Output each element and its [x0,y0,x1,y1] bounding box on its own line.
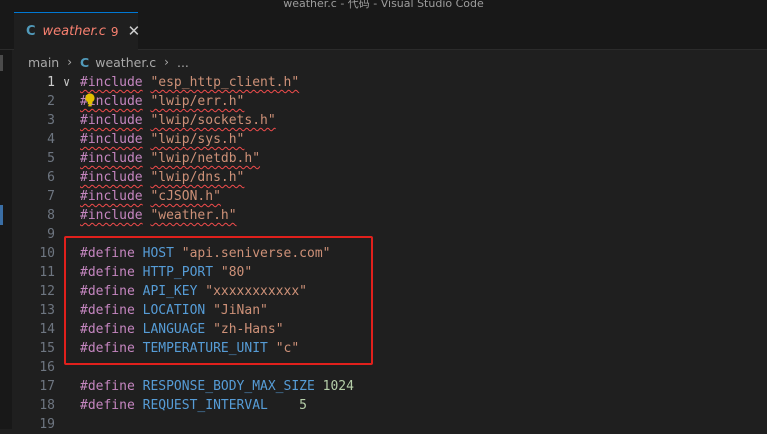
code-text: #include "esp_http_client.h" [80,73,299,92]
code-line[interactable]: 4 #include "lwip/sys.h" [12,130,767,149]
strip-marker [0,55,3,71]
string-literal: "lwip/netdb.h" [150,151,261,166]
breadcrumb-folder[interactable]: main [28,55,59,70]
breadcrumb: main › C weather.c › ... [28,52,189,72]
preprocessor-keyword: #include [80,151,143,166]
code-text: #include "lwip/dns.h" [80,168,244,187]
macro-name: REQUEST_INTERVAL [142,398,268,413]
code-line[interactable]: 19 [12,415,767,434]
tab-filename: weather.c [42,24,106,39]
code-text: #include "cJSON.h" [80,187,221,206]
string-literal: "lwip/sockets.h" [150,113,276,128]
line-number: 7 [47,189,55,204]
code-text: #define REQUEST_INTERVAL 5 [80,396,307,415]
code-line[interactable]: 7 #include "cJSON.h" [12,187,767,206]
line-number: 12 [39,284,55,299]
code-text: #include "lwip/err.h" [80,92,244,111]
string-literal: "weather.h" [150,208,237,223]
string-literal: "lwip/sys.h" [150,132,245,147]
code-line[interactable]: 1 ∨ #include "esp_http_client.h" [12,73,767,92]
code-line[interactable]: 5 #include "lwip/netdb.h" [12,149,767,168]
strip-marker-active [0,205,3,225]
line-number: 19 [39,417,55,432]
activity-strip [0,50,12,429]
line-number: 9 [47,227,55,242]
line-number: 15 [39,341,55,356]
string-literal: "lwip/err.h" [150,94,245,109]
close-icon[interactable]: ✕ [128,24,141,39]
line-number: 2 [47,94,55,109]
line-number: 16 [39,360,55,375]
chevron-down-icon[interactable]: ∨ [63,73,70,92]
preprocessor-keyword: #include [80,113,143,128]
c-file-icon: C [80,54,90,70]
string-literal: "lwip/dns.h" [150,170,245,185]
line-number: 4 [47,132,55,147]
code-line[interactable]: 2 #include "lwip/err.h" [12,92,767,111]
line-number: 1 [47,75,55,90]
tab-weather-c[interactable]: C weather.c 9 ✕ [14,12,141,50]
highlight-box [64,236,373,365]
lightbulb-icon[interactable] [84,91,96,110]
line-number: 6 [47,170,55,185]
line-number: 13 [39,303,55,318]
number-literal: 5 [299,398,307,413]
editor-tab-bar: C weather.c 9 ✕ [0,12,767,50]
c-file-icon: C [26,24,36,39]
line-number: 11 [39,265,55,280]
code-text: #include "lwip/sys.h" [80,130,244,149]
line-number: 8 [47,208,55,223]
code-text: #include "lwip/netdb.h" [80,149,260,168]
breadcrumb-more[interactable]: ... [177,55,189,70]
breadcrumb-separator: › [67,55,73,69]
breadcrumb-separator: › [164,55,169,69]
line-number: 17 [39,379,55,394]
preprocessor-keyword: #include [80,208,143,223]
code-text: #define RESPONSE_BODY_MAX_SIZE 1024 [80,377,354,396]
problem-count-badge: 9 [110,24,119,39]
code-line[interactable]: 3 #include "lwip/sockets.h" [12,111,767,130]
line-number: 14 [39,322,55,337]
code-line[interactable]: 18 #define REQUEST_INTERVAL 5 [12,396,767,415]
preprocessor-keyword: #define [80,398,135,413]
code-line[interactable]: 8 #include "weather.h" [12,206,767,225]
line-number: 10 [39,246,55,261]
number-literal: 1024 [322,379,354,394]
line-number: 18 [39,398,55,413]
line-number: 3 [47,113,55,128]
string-literal: "cJSON.h" [150,189,221,204]
code-text: #include "weather.h" [80,206,237,225]
code-text: #include "lwip/sockets.h" [80,111,276,130]
code-line[interactable]: 6 #include "lwip/dns.h" [12,168,767,187]
breadcrumb-file[interactable]: weather.c [95,55,156,70]
preprocessor-keyword: #include [80,189,143,204]
preprocessor-keyword: #include [80,170,143,185]
line-number: 5 [47,151,55,166]
code-editor[interactable]: 1 ∨ #include "esp_http_client.h" 2 #include … [12,72,767,432]
window-title: weather.c - 代码 - Visual Studio Code [0,0,767,12]
code-line[interactable]: 17 #define RESPONSE_BODY_MAX_SIZE 1024 [12,377,767,396]
macro-name: RESPONSE_BODY_MAX_SIZE [142,379,315,394]
string-literal: "esp_http_client.h" [150,75,300,90]
preprocessor-keyword: #define [80,379,135,394]
preprocessor-keyword: #include [80,132,143,147]
preprocessor-keyword: #include [80,75,143,90]
